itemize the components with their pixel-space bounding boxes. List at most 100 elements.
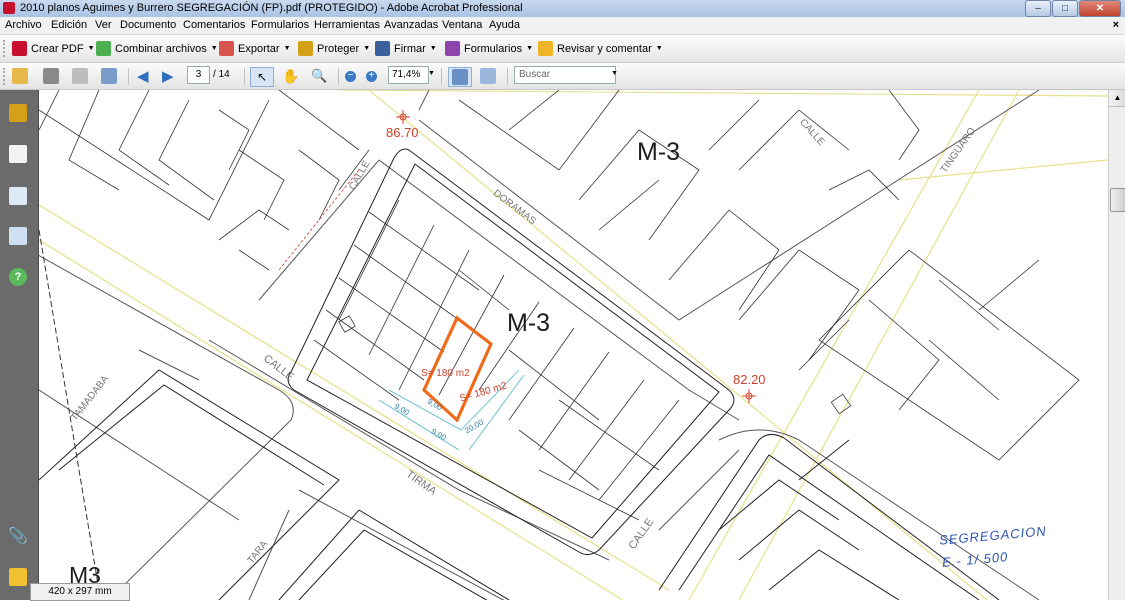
search-dropdown-icon[interactable]: ▼ bbox=[611, 70, 618, 77]
zoom-level-input[interactable]: 71,4% bbox=[388, 66, 429, 84]
menu-documento[interactable]: Documento bbox=[120, 19, 176, 31]
menu-formularios[interactable]: Formularios bbox=[251, 19, 309, 31]
toolbar-grip[interactable] bbox=[3, 68, 8, 85]
full-screen-button[interactable] bbox=[480, 67, 496, 85]
zoom-in-button[interactable]: + bbox=[366, 67, 377, 85]
menu-ventana[interactable]: Ventana bbox=[442, 19, 482, 31]
chevron-down-icon: ▼ bbox=[429, 45, 437, 52]
create-pdf-label: Crear PDF bbox=[31, 42, 84, 55]
chevron-down-icon: ▼ bbox=[363, 45, 371, 52]
bookmarks-icon[interactable] bbox=[9, 187, 27, 205]
menu-edicion[interactable]: Edición bbox=[51, 19, 87, 31]
page-total: / 14 bbox=[213, 69, 230, 80]
combine-files-button[interactable]: Combinar archivos ▼ bbox=[96, 40, 218, 57]
zoom-tool-button[interactable]: 🔍 bbox=[311, 67, 327, 85]
cursor-icon: ↖ bbox=[256, 70, 268, 84]
select-tool-button[interactable]: ↖ bbox=[250, 67, 274, 87]
disk-icon bbox=[72, 68, 88, 84]
toolbar-grip[interactable] bbox=[3, 40, 8, 57]
menu-avanzadas[interactable]: Avanzadas bbox=[384, 19, 438, 31]
protect-button[interactable]: Proteger ▼ bbox=[298, 40, 370, 57]
elevation-86-70: 86.70 bbox=[386, 125, 419, 140]
attachment-paperclip-icon[interactable]: 📎 bbox=[8, 527, 28, 545]
security-lock-icon[interactable] bbox=[9, 104, 27, 122]
hand-icon: ✋ bbox=[282, 67, 300, 84]
page-size-indicator: 420 x 297 mm bbox=[30, 583, 130, 601]
fit-page-button[interactable] bbox=[448, 67, 472, 87]
printer-icon bbox=[43, 68, 59, 84]
sign-button[interactable]: Firmar ▼ bbox=[375, 40, 437, 57]
review-comment-label: Revisar y comentar bbox=[557, 42, 652, 55]
search-input[interactable]: Buscar bbox=[514, 66, 616, 84]
maximize-button[interactable]: □ bbox=[1052, 0, 1078, 17]
chevron-down-icon: ▼ bbox=[526, 45, 534, 52]
street-curbs bbox=[39, 90, 1040, 600]
folder-icon bbox=[12, 68, 28, 84]
menu-herramientas[interactable]: Herramientas bbox=[314, 19, 380, 31]
combine-files-label: Combinar archivos bbox=[115, 42, 207, 55]
fit-width-icon bbox=[480, 68, 496, 84]
document-canvas[interactable]: M-3 M-3 M3 86.70 82.20 CALLE CALLE CALLE… bbox=[39, 90, 1108, 600]
fit-page-icon bbox=[452, 69, 468, 85]
zoom-dropdown-icon[interactable]: ▼ bbox=[428, 70, 435, 77]
export-button[interactable]: Exportar ▼ bbox=[219, 40, 291, 57]
open-button[interactable] bbox=[12, 67, 28, 85]
toolbar-separator bbox=[244, 68, 245, 85]
toolbar-separator bbox=[507, 68, 508, 85]
title-bar: 2010 planos Aguimes y Burrero SEGREGACIÓ… bbox=[0, 0, 1125, 18]
tasks-toolbar: Crear PDF ▼ Combinar archivos ▼ Exportar… bbox=[0, 35, 1125, 63]
toolbar-separator bbox=[338, 68, 339, 85]
export-icon bbox=[219, 41, 234, 56]
close-window-button[interactable]: ✕ bbox=[1079, 0, 1121, 17]
next-page-button[interactable]: ▶ bbox=[162, 67, 174, 85]
acrobat-app-icon bbox=[3, 2, 15, 14]
scroll-up-button[interactable]: ▲ bbox=[1109, 90, 1125, 107]
lot-area-label: S= 180 m2 bbox=[421, 368, 470, 379]
magnifier-icon: 🔍 bbox=[311, 68, 328, 83]
block-label-m3-top: M-3 bbox=[637, 138, 681, 166]
export-label: Exportar bbox=[238, 42, 280, 55]
forms-label: Formularios bbox=[464, 42, 523, 55]
sign-label: Firmar bbox=[394, 42, 426, 55]
pages-icon[interactable] bbox=[9, 145, 27, 163]
menu-ver[interactable]: Ver bbox=[95, 19, 112, 31]
chevron-down-icon: ▼ bbox=[655, 45, 663, 52]
minimize-button[interactable]: – bbox=[1025, 0, 1051, 17]
window-controls: – □ ✕ bbox=[1025, 0, 1121, 17]
arrow-down-icon: ▶ bbox=[162, 68, 174, 85]
page-number-input[interactable]: 3 bbox=[187, 66, 210, 84]
forms-button[interactable]: Formularios ▼ bbox=[445, 40, 533, 57]
toolbar-separator bbox=[441, 68, 442, 85]
protect-label: Proteger bbox=[317, 42, 360, 55]
combine-files-icon bbox=[96, 41, 111, 56]
previous-page-button[interactable]: ◀ bbox=[137, 67, 149, 85]
help-icon[interactable]: ? bbox=[9, 268, 27, 286]
comments-icon[interactable] bbox=[9, 568, 27, 586]
signatures-icon[interactable] bbox=[9, 227, 27, 245]
print-button[interactable] bbox=[43, 67, 59, 85]
envelope-icon bbox=[101, 68, 117, 84]
create-pdf-button[interactable]: Crear PDF ▼ bbox=[12, 40, 95, 57]
create-pdf-icon bbox=[12, 41, 27, 56]
save-button[interactable] bbox=[72, 67, 88, 85]
chevron-down-icon: ▼ bbox=[283, 45, 291, 52]
pen-icon bbox=[375, 41, 390, 56]
lots-center bbox=[313, 199, 680, 521]
zoom-out-button[interactable]: − bbox=[345, 67, 356, 85]
review-comment-button[interactable]: Revisar y comentar ▼ bbox=[538, 40, 663, 57]
menu-archivo[interactable]: Archivo bbox=[5, 19, 42, 31]
menu-ayuda[interactable]: Ayuda bbox=[489, 19, 520, 31]
scroll-thumb[interactable] bbox=[1110, 188, 1125, 212]
close-document-button[interactable]: × bbox=[1113, 19, 1119, 31]
email-button[interactable] bbox=[101, 67, 117, 85]
window-title: 2010 planos Aguimes y Burrero SEGREGACIÓ… bbox=[20, 2, 523, 14]
comment-icon bbox=[538, 41, 553, 56]
vertical-scrollbar[interactable]: ▲ bbox=[1108, 90, 1125, 600]
lots-right bbox=[818, 249, 1080, 461]
menu-comentarios[interactable]: Comentarios bbox=[183, 19, 245, 31]
block-bottom-right bbox=[658, 434, 1000, 600]
hand-tool-button[interactable]: ✋ bbox=[282, 67, 299, 85]
lots-top-left bbox=[39, 90, 370, 271]
navigation-pane: ? 📎 bbox=[0, 90, 39, 600]
toolbar-separator bbox=[128, 68, 129, 85]
